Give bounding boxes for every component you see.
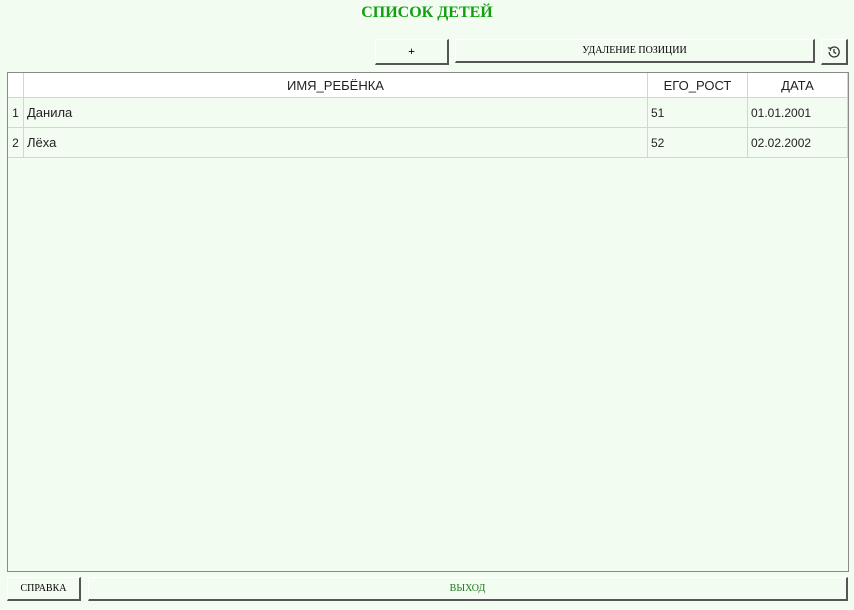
table-cell-height[interactable]: 51 [648, 98, 748, 128]
row-number[interactable]: 2 [8, 128, 24, 158]
column-header-name[interactable]: ИМЯ_РЕБЁНКА [24, 73, 648, 98]
history-icon [827, 45, 840, 58]
table-cell-name[interactable]: Данила [24, 98, 648, 128]
table-cell-date[interactable]: 02.02.2002 [748, 128, 848, 158]
children-table: ИМЯ_РЕБЁНКА ЕГО_РОСТ ДАТА 1 Данила 51 01… [7, 72, 849, 572]
column-header-height[interactable]: ЕГО_РОСТ [648, 73, 748, 98]
column-header-date[interactable]: ДАТА [748, 73, 848, 98]
table-cell-name[interactable]: Лёха [24, 128, 648, 158]
add-row-button[interactable]: + [375, 39, 449, 65]
exit-button[interactable]: ВЫХОД [88, 577, 848, 601]
row-number[interactable]: 1 [8, 98, 24, 128]
history-button[interactable] [821, 39, 848, 65]
delete-row-button[interactable]: УДАЛЕНИЕ ПОЗИЦИИ [455, 39, 815, 63]
corner-header-cell [8, 73, 24, 98]
table-cell-height[interactable]: 52 [648, 128, 748, 158]
table-cell-date[interactable]: 01.01.2001 [748, 98, 848, 128]
help-button[interactable]: СПРАВКА [7, 577, 81, 601]
page-title: СПИСОК ДЕТЕЙ [361, 4, 493, 21]
